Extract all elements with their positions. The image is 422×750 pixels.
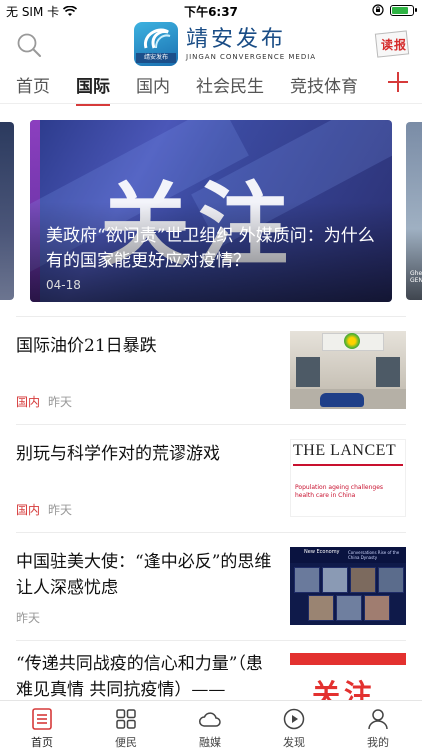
app-header: 靖安发布 靖安发布 JINGAN CONVERGENCE MEDIA 读报	[0, 22, 422, 66]
thumb-participant	[336, 595, 362, 621]
tabbar-label: 融媒	[199, 736, 221, 749]
logo-text: 靖安发布 JINGAN CONVERGENCE MEDIA	[186, 27, 316, 61]
thumb-banner-stripe	[290, 653, 406, 665]
logo-badge-text: 靖安发布	[136, 53, 176, 63]
read-paper-label: 读报	[381, 38, 408, 52]
tab-society[interactable]: 社会民生	[196, 72, 264, 97]
status-right	[372, 4, 417, 16]
tab-domestic[interactable]: 国内	[136, 72, 170, 97]
status-time: 下午6:37	[184, 5, 238, 19]
news-item[interactable]: “传递共同战疫的信心和力量”（患难见真情 共同抗疫情）—— 关注	[16, 640, 406, 731]
tab-home[interactable]: 首页	[16, 72, 50, 97]
thumb-participant	[378, 567, 404, 593]
thumb-bar-subtitle: Conversations Rise of the China Dynasty	[348, 550, 400, 560]
news-time: 昨天	[48, 503, 73, 517]
grid-icon	[116, 709, 136, 729]
thumb-participant	[294, 567, 320, 593]
tabbar-discover[interactable]: 发现	[264, 707, 324, 750]
tab-sports[interactable]: 竞技体育	[290, 72, 358, 97]
logo-swirl-icon	[143, 28, 171, 49]
news-thumbnail-video-call: New Economy Conversations Rise of the Ch…	[290, 547, 406, 625]
carousel-next-card[interactable]: Ghebr GEN	[406, 122, 422, 300]
bottom-tab-bar: 首页 便民 融媒 发现 我的	[0, 700, 422, 750]
thumb-rule	[293, 464, 403, 466]
carousel-date: 04-18	[46, 278, 81, 292]
person-icon	[368, 709, 388, 730]
status-bar: 无 SIM 卡 下午6:37	[0, 0, 422, 22]
tabbar-home[interactable]: 首页	[12, 707, 72, 750]
thumb-subtitle: Population ageing challenges health care…	[295, 484, 384, 499]
home-list-icon	[32, 708, 52, 730]
next-card-tag: Ghebr GEN	[410, 270, 422, 284]
news-time: 昨天	[16, 611, 41, 625]
thumb-journal-title: THE LANCET	[293, 442, 397, 459]
news-thumbnail-lancet: THE LANCET Population ageing challenges …	[290, 439, 406, 517]
carousel-prev-card[interactable]	[0, 122, 14, 300]
play-circle-icon	[283, 708, 305, 730]
tab-international[interactable]: 国际	[76, 72, 110, 106]
tabbar-label: 便民	[115, 736, 137, 749]
search-icon[interactable]	[16, 32, 42, 58]
battery-fill	[392, 6, 409, 14]
carousel-main-card[interactable]: 关注 美政府“欲问责”世卫组织 外媒质问：为什么有的国家能更好应对疫情？ 04-…	[30, 120, 392, 302]
news-thumbnail-gas-station	[290, 331, 406, 409]
news-item[interactable]: 别玩与科学作对的荒谬游戏 国内 昨天 THE LANCET Population…	[16, 424, 406, 532]
category-tabs: 首页 国际 国内 社会民生 竞技体育	[0, 66, 422, 106]
thumb-logo	[344, 333, 360, 349]
news-meta: 国内 昨天	[16, 393, 72, 410]
thumb-participant	[364, 595, 390, 621]
logo-subtitle: JINGAN CONVERGENCE MEDIA	[186, 53, 317, 61]
carousel-title: 美政府“欲问责”世卫组织 外媒质问：为什么有的国家能更好应对疫情？	[46, 226, 375, 271]
thumb-bar-title: New Economy	[304, 549, 340, 555]
news-category: 国内	[16, 503, 41, 517]
thumb-participant	[322, 567, 348, 593]
tabbar-media[interactable]: 融媒	[180, 707, 240, 750]
news-title: 国际油价21日暴跌	[16, 336, 157, 356]
tabbar-label: 我的	[367, 736, 389, 749]
thumb-participant	[308, 595, 334, 621]
logo-mark-icon: 靖安发布	[134, 22, 178, 66]
tabbar-label: 发现	[283, 736, 305, 749]
read-paper-button[interactable]: 读报	[374, 30, 410, 58]
thumb-window	[296, 357, 320, 387]
thumb-car	[320, 393, 364, 407]
tabbar-profile[interactable]: 我的	[348, 707, 408, 750]
tabbar-services[interactable]: 便民	[96, 707, 156, 750]
tabbar-label: 首页	[31, 736, 53, 749]
news-meta: 国内 昨天	[16, 501, 72, 518]
thumb-participant	[350, 567, 376, 593]
logo-title: 靖安发布	[186, 27, 287, 52]
news-title: “传递共同战疫的信心和力量”（患难见真情 共同抗疫情）——	[16, 654, 263, 700]
news-item[interactable]: 中国驻美大使：“逢中必反”的思维让人深感忧虑 昨天 New Economy Co…	[16, 532, 406, 640]
news-title: 中国驻美大使：“逢中必反”的思维让人深感忧虑	[16, 552, 272, 598]
news-title: 别玩与科学作对的荒谬游戏	[16, 444, 220, 464]
cloud-icon	[199, 712, 221, 727]
news-item[interactable]: 国际油价21日暴跌 国内 昨天	[16, 316, 406, 424]
news-category: 国内	[16, 395, 41, 409]
news-meta: 昨天	[16, 609, 40, 626]
thumb-window	[376, 357, 400, 387]
battery-icon	[390, 4, 417, 16]
news-time: 昨天	[48, 395, 73, 409]
app-logo: 靖安发布 靖安发布 JINGAN CONVERGENCE MEDIA	[134, 22, 316, 66]
orientation-lock-icon	[372, 4, 384, 16]
add-tab-icon[interactable]	[388, 72, 408, 92]
featured-carousel[interactable]: 关注 美政府“欲问责”世卫组织 外媒质问：为什么有的国家能更好应对疫情？ 04-…	[0, 120, 422, 302]
